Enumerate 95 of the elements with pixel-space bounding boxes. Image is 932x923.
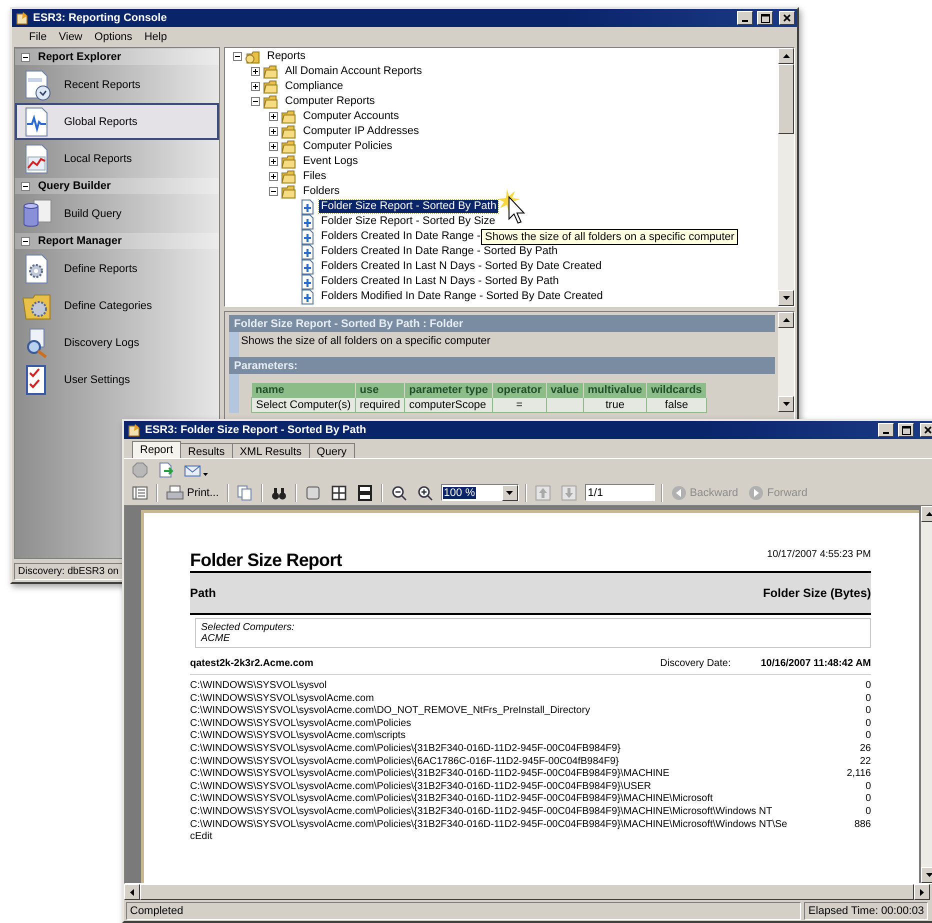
window-title: ESR3: Reporting Console — [33, 12, 168, 24]
tree-item[interactable]: Computer Accounts — [301, 110, 401, 123]
tree-item[interactable]: Folders Created In Last N Days - Sorted By Date Created — [319, 260, 604, 273]
column-header: name — [252, 383, 356, 398]
folder-path: C:\WINDOWS\SYSVOL\sysvolAcme.com\Policies\{31B2F340-016D-11D2-945F-00C04FB984F9} — [190, 742, 621, 756]
section-title: Report Manager — [38, 235, 122, 247]
details-heading: Folder Size Report - Sorted By Path : Folder — [229, 315, 775, 332]
column-header: use — [355, 383, 405, 398]
folder-path: C:\WINDOWS\SYSVOL\sysvolAcme.com\Policies\{31B2F340-016D-11D2-945F-00C04FB984F9}\USER — [190, 780, 652, 794]
sidebar-item[interactable]: Recent Reports — [15, 66, 219, 103]
column-header: parameter type — [404, 383, 492, 398]
column-header: wildcards — [646, 383, 706, 398]
column-header: value — [546, 383, 584, 398]
sidebar-item[interactable]: Define Categories — [15, 287, 219, 324]
section-header[interactable]: Query Builder — [15, 178, 219, 194]
folder-path: C:\WINDOWS\SYSVOL\sysvolAcme.com — [190, 692, 374, 706]
sidebar-item[interactable]: Define Reports — [15, 250, 219, 287]
section-header[interactable]: Report Manager — [15, 233, 219, 249]
folder-path: C:\WINDOWS\SYSVOL\sysvolAcme.com\Policies\{31B2F340-016D-11D2-945F-00C04FB984F9}\MACHINE — [190, 768, 670, 781]
folder-size: 22 — [860, 756, 871, 768]
table-cell: Select Computer(s) — [252, 398, 356, 412]
sidebar-item[interactable]: Build Query — [15, 195, 219, 232]
folder-path: C:\WINDOWS\SYSVOL\sysvolAcme.com\Policies\{31B2F340-016D-11D2-945F-00C04FB984F9}\MACHINE\Microsoft\Windows NT\SecEdit — [190, 818, 788, 844]
tree-item[interactable]: Computer Policies — [301, 140, 394, 153]
folder-path: C:\WINDOWS\SYSVOL\sysvolAcme.com\DO_NOT_REMOVE_NtFrs_PreInstall_Directory — [190, 705, 590, 718]
tree-item[interactable]: Reports — [265, 50, 308, 63]
folder-path: C:\WINDOWS\SYSVOL\sysvolAcme.com\scripts — [190, 730, 406, 743]
table-cell: false — [646, 398, 706, 412]
sidebar-item[interactable]: Discovery Logs — [15, 324, 219, 361]
sidebar-item[interactable]: Local Reports — [15, 140, 219, 177]
folder-path: C:\WINDOWS\SYSVOL\sysvolAcme.com\Policies\{31B2F340-016D-11D2-945F-00C04FB984F9}\MACHINE\Microsoft — [190, 793, 713, 806]
window-title: ESR3: Folder Size Report - Sorted By Path — [145, 424, 368, 436]
zoom-dropdown[interactable]: 100 % — [440, 484, 519, 501]
parameters-heading: Parameters: — [229, 357, 775, 374]
tab[interactable]: Results — [180, 443, 233, 458]
folder-size: 2,116 — [846, 768, 871, 781]
table-cell: computerScope — [404, 398, 492, 412]
tree-item[interactable]: Folders — [301, 185, 342, 198]
discovery-date: 10/16/2007 11:48:42 AM — [760, 658, 871, 668]
folder-size: 0 — [865, 806, 871, 819]
tree-item[interactable]: Event Logs — [301, 155, 360, 168]
selected-computers-value: ACME — [201, 633, 231, 644]
tree-item[interactable]: All Domain Account Reports — [283, 65, 424, 78]
folder-path: C:\WINDOWS\SYSVOL\sysvolAcme.com\Policies\{31B2F340-016D-11D2-945F-00C04FB984F9}\MACHINE\Microsoft\Windows NT — [190, 806, 772, 819]
folder-size: 0 — [865, 780, 871, 794]
section-header[interactable]: Report Explorer — [15, 49, 219, 65]
folder-size: 0 — [865, 680, 871, 693]
menu-item[interactable]: File — [24, 30, 52, 42]
tree-item[interactable]: Folders Modified In Date Range - Sorted By Date Created — [319, 290, 605, 303]
sidebar-item[interactable]: User Settings — [15, 361, 219, 398]
column-header: multivalue — [583, 383, 647, 398]
elapsed-time: Elapsed Time: 00:00:03 — [804, 902, 928, 920]
folder-path: C:\WINDOWS\SYSVOL\sysvolAcme.com\Policies\{6AC1786C-016F-11D2-945F-00C04fB984F9} — [190, 756, 619, 768]
column-header: Folder Size (Bytes) — [762, 586, 871, 600]
column-header: operator — [492, 383, 546, 398]
folder-size: 0 — [865, 705, 871, 718]
table-cell: required — [355, 398, 405, 412]
tree-item[interactable]: Folders Created In Last N Days - Sorted By Path — [319, 275, 561, 288]
page-field[interactable]: 1/1 — [584, 484, 655, 501]
report-timestamp: 10/17/2007 4:55:23 PM — [767, 549, 871, 560]
table-cell: true — [583, 398, 647, 412]
section-title: Report Explorer — [38, 51, 122, 63]
tab[interactable]: Query — [308, 443, 355, 458]
tree-item[interactable]: Computer Reports — [283, 95, 377, 108]
folder-size: 0 — [865, 793, 871, 806]
folder-size: 0 — [865, 718, 871, 730]
sidebar-item[interactable]: Global Reports — [15, 103, 219, 140]
print-button[interactable]: Print... — [164, 484, 221, 502]
report-description: Shows the size of all folders on a specific computer — [240, 335, 492, 349]
tree-item[interactable]: Folder Size Report - Sorted By Size — [319, 215, 498, 228]
folder-size: 0 — [865, 692, 871, 706]
folder-path: C:\WINDOWS\SYSVOL\sysvol — [190, 680, 327, 693]
tree-item[interactable]: Computer IP Addresses — [301, 125, 421, 138]
menu-item[interactable]: View — [54, 30, 88, 42]
tab[interactable]: Report — [132, 441, 182, 458]
tree-item[interactable]: Folders Created In Date Range - Sorted By Path — [319, 245, 560, 258]
tree-item[interactable]: Folder Size Report - Sorted By Path — [319, 200, 498, 213]
tree-item[interactable]: Folders Created In Date Range - — [319, 230, 483, 243]
menu-item[interactable]: Options — [89, 30, 138, 42]
tooltip: Shows the size of all folders on a specific computer — [481, 229, 738, 245]
folder-path: C:\WINDOWS\SYSVOL\sysvolAcme.com\Policies — [190, 718, 412, 730]
folder-size: 26 — [860, 742, 871, 756]
menu-item[interactable]: Help — [139, 30, 172, 42]
section-title: Query Builder — [38, 180, 111, 192]
tree-item[interactable]: Compliance — [283, 80, 346, 93]
host-name: qatest2k-2k3r2.Acme.com — [190, 658, 314, 668]
tab[interactable]: XML Results — [232, 443, 310, 458]
selected-computers-label: Selected Computers: — [201, 622, 296, 633]
folder-size: 0 — [865, 730, 871, 743]
column-header: Path — [190, 586, 216, 600]
status-text: Completed — [126, 902, 802, 920]
table-cell: = — [492, 398, 546, 412]
discovery-date-label: Discovery Date: — [660, 658, 731, 668]
tree-item[interactable]: Files — [301, 170, 328, 183]
folder-size: 886 — [854, 818, 871, 832]
